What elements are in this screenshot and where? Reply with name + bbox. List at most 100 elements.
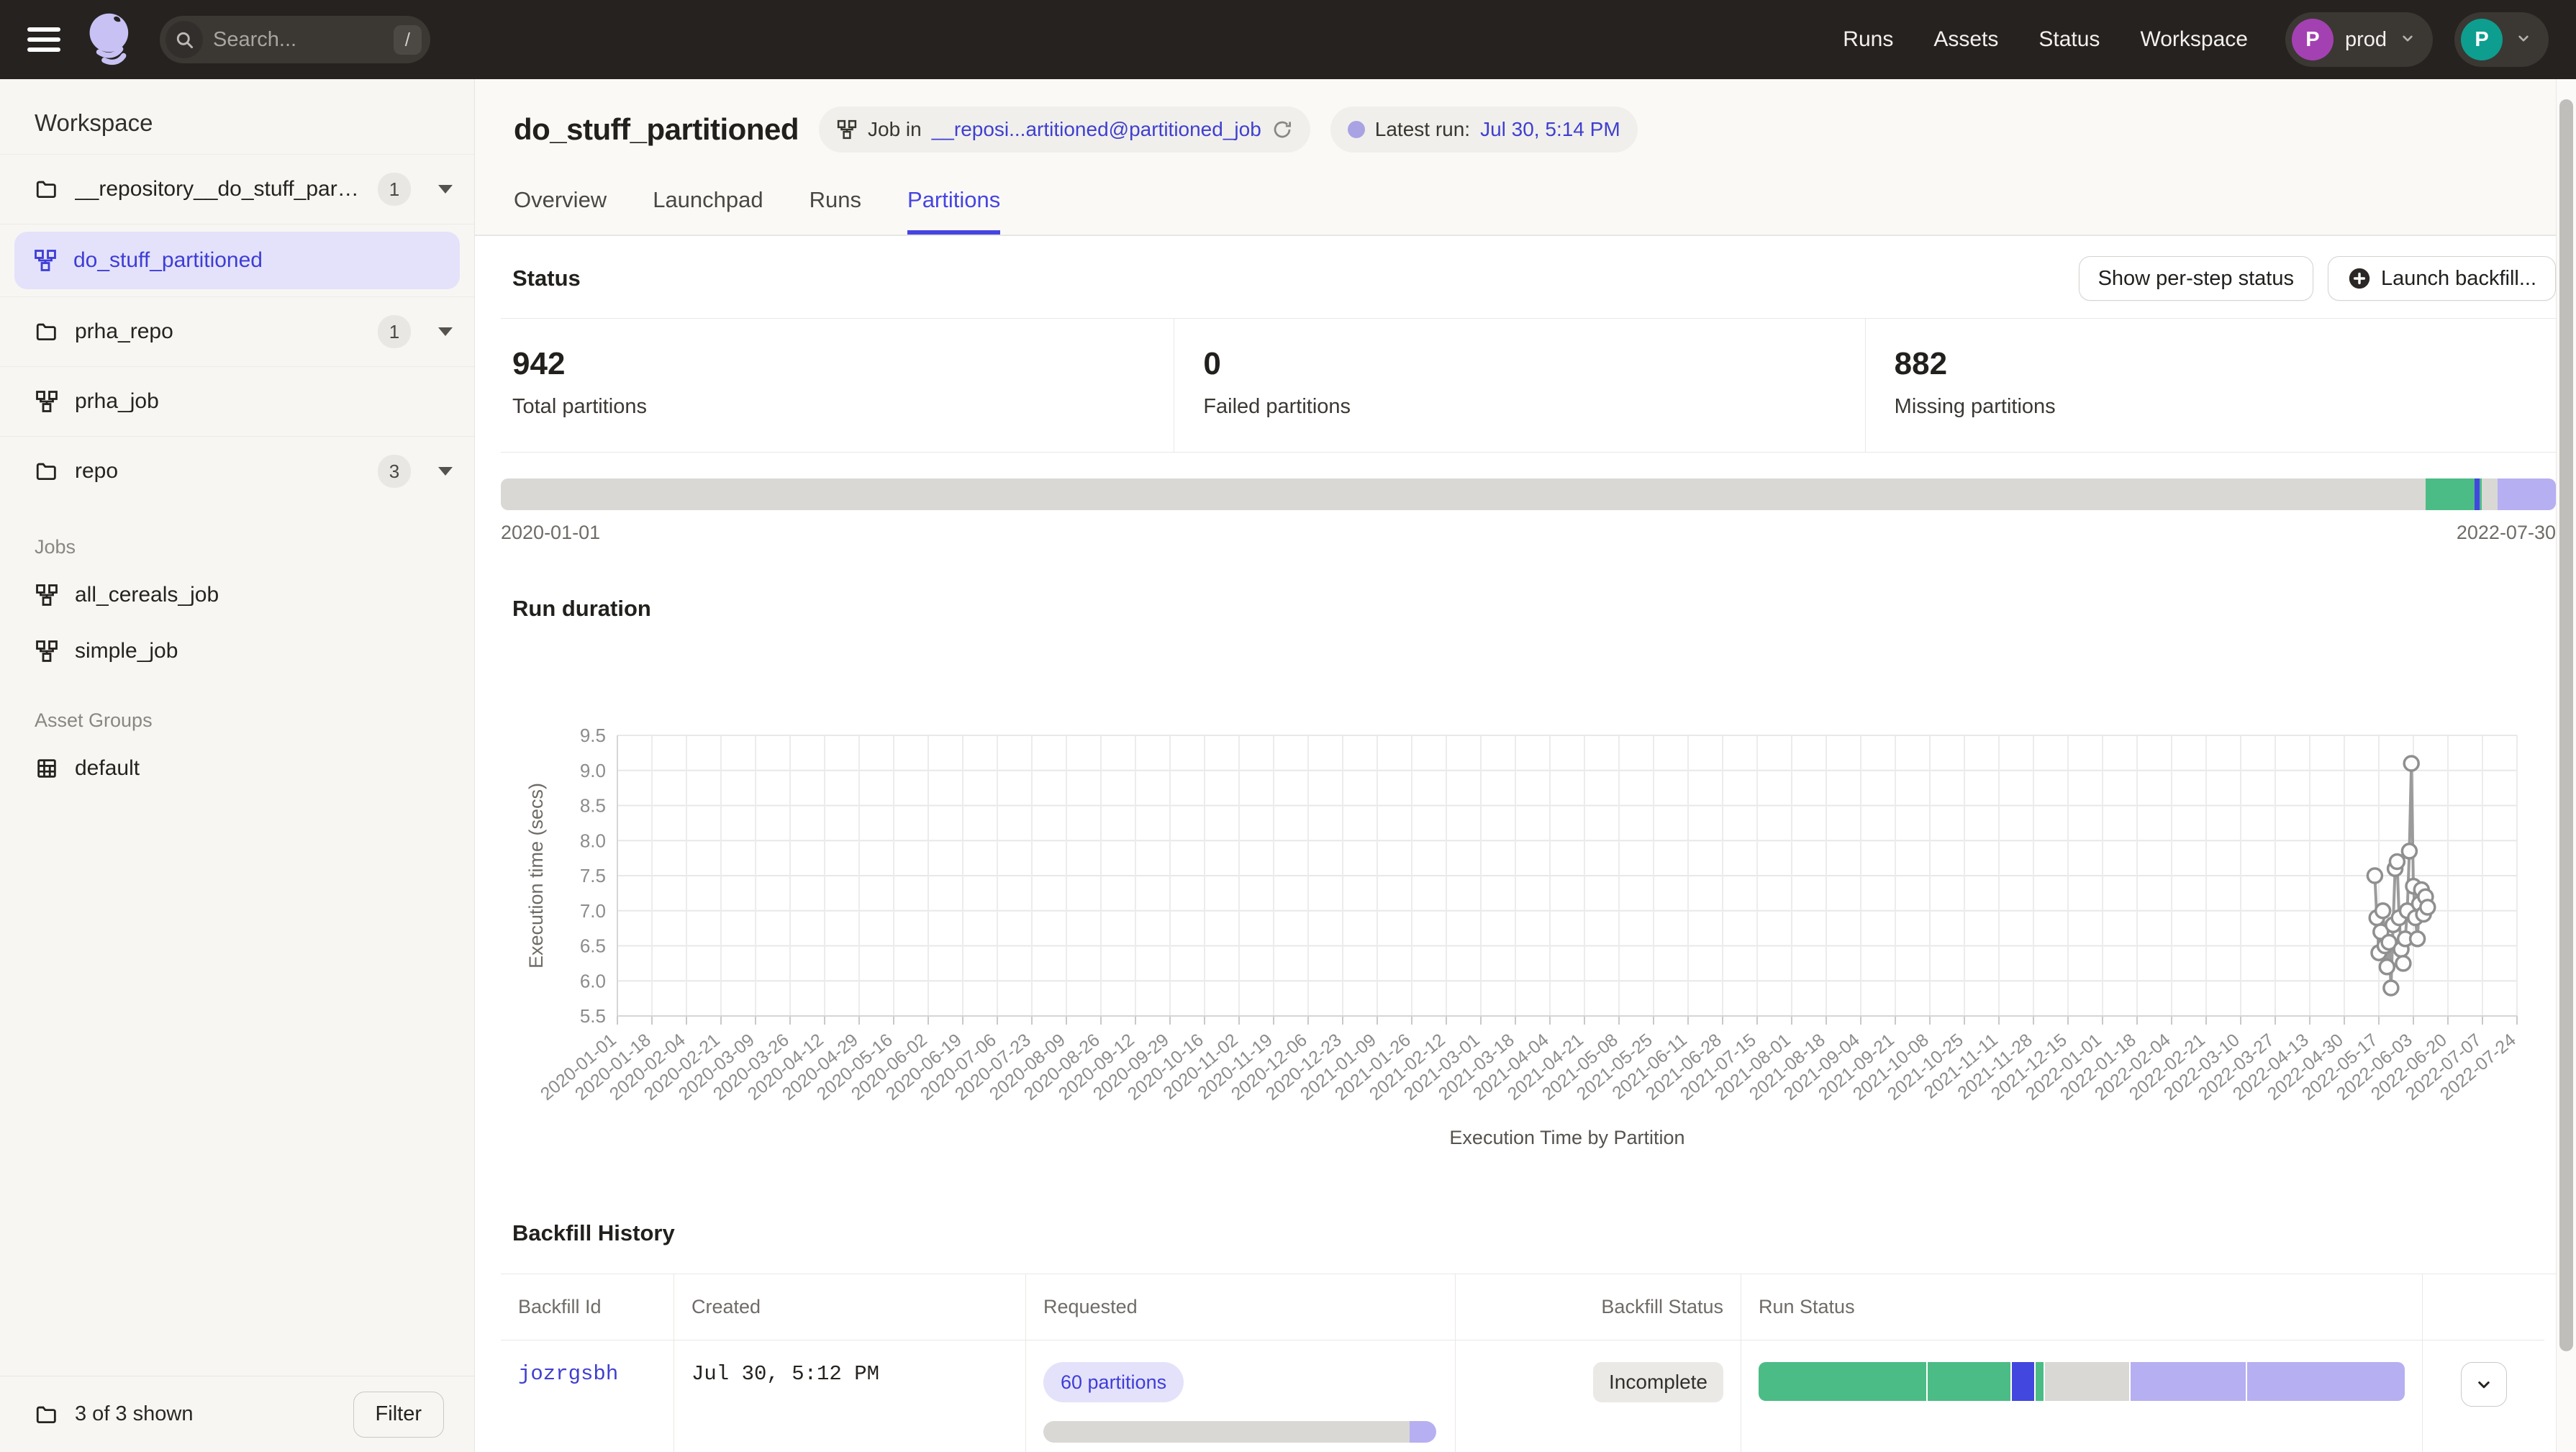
data-point-marker[interactable]	[2421, 900, 2435, 915]
sidebar-row: __repository__do_stuff_partitio...1	[0, 154, 474, 224]
backfill-created-time: Jul 30, 5:12 PM	[691, 1362, 879, 1386]
stat-label: Failed partitions	[1203, 395, 1864, 419]
search-placeholder: Search...	[213, 28, 384, 52]
partition-status-bar[interactable]	[501, 478, 2556, 510]
data-point-marker[interactable]	[2380, 960, 2394, 974]
folder-icon	[35, 1402, 59, 1427]
job-icon	[35, 639, 59, 663]
sidebar-item--repository-do-stuff-partitio-[interactable]: __repository__do_stuff_partitio...1	[0, 155, 474, 224]
column-header-run-status: Run Status	[1741, 1274, 2422, 1340]
sidebar-item-prha-repo[interactable]: prha_repo1	[0, 297, 474, 366]
bar-segment	[2475, 478, 2480, 510]
folder-icon	[35, 177, 59, 201]
backfill-history-table: Backfill IdCreatedRequestedBackfill Stat…	[501, 1274, 2556, 1452]
sidebar-item-simple-job[interactable]: simple_job	[0, 623, 474, 679]
sidebar-item-label: prha_repo	[75, 319, 173, 344]
sidebar-title: Workspace	[0, 79, 474, 154]
vertical-scrollbar[interactable]	[2556, 79, 2576, 1452]
run-status-dot-icon	[1348, 121, 1365, 138]
caret-down-icon[interactable]	[438, 467, 453, 476]
expand-row-button[interactable]	[2461, 1362, 2507, 1407]
latest-run-link[interactable]: Jul 30, 5:14 PM	[1480, 118, 1620, 141]
caret-down-icon[interactable]	[438, 327, 453, 336]
data-point-marker[interactable]	[2376, 904, 2390, 918]
search-input[interactable]: Search... /	[160, 16, 430, 63]
data-point-marker[interactable]	[2411, 932, 2425, 946]
sidebar-item-do-stuff-partitioned[interactable]: do_stuff_partitioned	[14, 232, 460, 289]
backfill-history-heading: Backfill History	[512, 1220, 2556, 1246]
status-section-heading: Status	[512, 266, 581, 291]
show-per-step-status-button[interactable]: Show per-step status	[2079, 256, 2313, 301]
partition-range-end: 2022-07-30	[2457, 522, 2556, 544]
bar-segment	[501, 478, 2426, 510]
tab-partitions[interactable]: Partitions	[907, 187, 1000, 235]
sidebar-section-label: Asset Groups	[0, 679, 474, 740]
scrollbar-thumb[interactable]	[2559, 99, 2573, 1351]
sidebar-item-label: do_stuff_partitioned	[73, 248, 263, 273]
sidebar-row: prha_repo1	[0, 296, 474, 366]
dagster-logo-icon[interactable]	[82, 9, 138, 70]
job-location-link[interactable]: __reposi...artitioned@partitioned_job	[932, 118, 1261, 141]
nav-link-status[interactable]: Status	[2038, 27, 2100, 52]
data-point-marker[interactable]	[2384, 981, 2398, 995]
bar-segment	[2247, 1362, 2405, 1401]
sidebar-item-default[interactable]: default	[0, 740, 474, 797]
y-tick-label: 7.5	[580, 865, 606, 886]
nav-link-assets[interactable]: Assets	[1933, 27, 1998, 52]
caret-down-icon[interactable]	[438, 185, 453, 194]
reload-icon[interactable]	[1271, 119, 1293, 140]
latest-run-badge: Latest run: Jul 30, 5:14 PM	[1330, 106, 1638, 153]
stat-value: 0	[1203, 346, 1864, 382]
run-status-bar[interactable]	[1759, 1362, 2405, 1401]
launch-backfill-button[interactable]: Launch backfill...	[2328, 256, 2556, 301]
requested-partitions-badge[interactable]: 60 partitions	[1043, 1362, 1184, 1402]
sidebar-item-label: __repository__do_stuff_partitio...	[75, 177, 362, 201]
button-label: Launch backfill...	[2381, 267, 2536, 291]
bar-segment	[2036, 1362, 2044, 1401]
data-point-marker[interactable]	[2402, 844, 2416, 858]
data-point-marker[interactable]	[2390, 855, 2404, 869]
deployment-avatar: P	[2292, 19, 2334, 60]
page-header: do_stuff_partitioned Job in __reposi...a…	[475, 79, 2576, 236]
column-header-requested: Requested	[1025, 1274, 1455, 1340]
stat-value: 882	[1895, 346, 2556, 382]
job-badge-prefix: Job in	[868, 118, 922, 141]
column-header-backfill-id: Backfill Id	[501, 1274, 674, 1340]
tab-launchpad[interactable]: Launchpad	[653, 187, 763, 235]
run-duration-chart[interactable]: 5.56.06.57.07.58.08.59.09.52020-01-01202…	[501, 627, 2537, 1189]
nav-link-workspace[interactable]: Workspace	[2140, 27, 2248, 52]
tab-overview[interactable]: Overview	[514, 187, 607, 235]
chevron-down-icon	[2398, 29, 2417, 51]
user-menu[interactable]: P	[2454, 12, 2549, 67]
y-tick-label: 6.5	[580, 935, 606, 957]
nav-link-runs[interactable]: Runs	[1843, 27, 1893, 52]
data-point-marker[interactable]	[2396, 956, 2411, 971]
partition-stats: 942Total partitions 0 Failed partitions 882…	[501, 318, 2556, 453]
top-navigation-bar: Search... / Runs Assets Status Workspace P …	[0, 0, 2576, 79]
asset-group-icon	[35, 756, 59, 781]
filter-button[interactable]: Filter	[353, 1392, 444, 1438]
sidebar-item-repo[interactable]: repo3	[0, 437, 474, 506]
sidebar-item-label: prha_job	[75, 389, 159, 414]
chevron-down-icon	[2473, 1374, 2495, 1395]
y-axis-label: Execution time (secs)	[525, 783, 547, 968]
y-tick-label: 8.0	[580, 830, 606, 851]
deployment-switcher[interactable]: P prod	[2285, 12, 2433, 67]
tab-runs[interactable]: Runs	[809, 187, 861, 235]
sidebar-row: do_stuff_partitioned	[0, 224, 474, 289]
data-point-marker[interactable]	[2367, 868, 2382, 883]
repo-count-label: 3 of 3 shown	[75, 1402, 193, 1426]
backfill-id-link[interactable]: jozrgsbh	[518, 1362, 618, 1386]
sidebar-item-prha-job[interactable]: prha_job	[0, 367, 474, 436]
topbar-nav-links: Runs Assets Status Workspace	[1843, 27, 2248, 52]
requested-cell: 60 partitions2020-01-012022-07-30	[1025, 1340, 1455, 1452]
sidebar-item-all-cereals-job[interactable]: all_cereals_job	[0, 567, 474, 623]
data-point-marker[interactable]	[2404, 756, 2418, 771]
stat-total-partitions: 942Total partitions	[501, 319, 1174, 452]
deployment-name: prod	[2345, 28, 2387, 52]
sidebar-row: repo3	[0, 436, 474, 506]
bar-segment	[2045, 1362, 2129, 1401]
column-header-backfill-status: Backfill Status	[1455, 1274, 1741, 1340]
hamburger-menu-icon[interactable]	[27, 27, 60, 52]
y-tick-label: 8.5	[580, 795, 606, 817]
